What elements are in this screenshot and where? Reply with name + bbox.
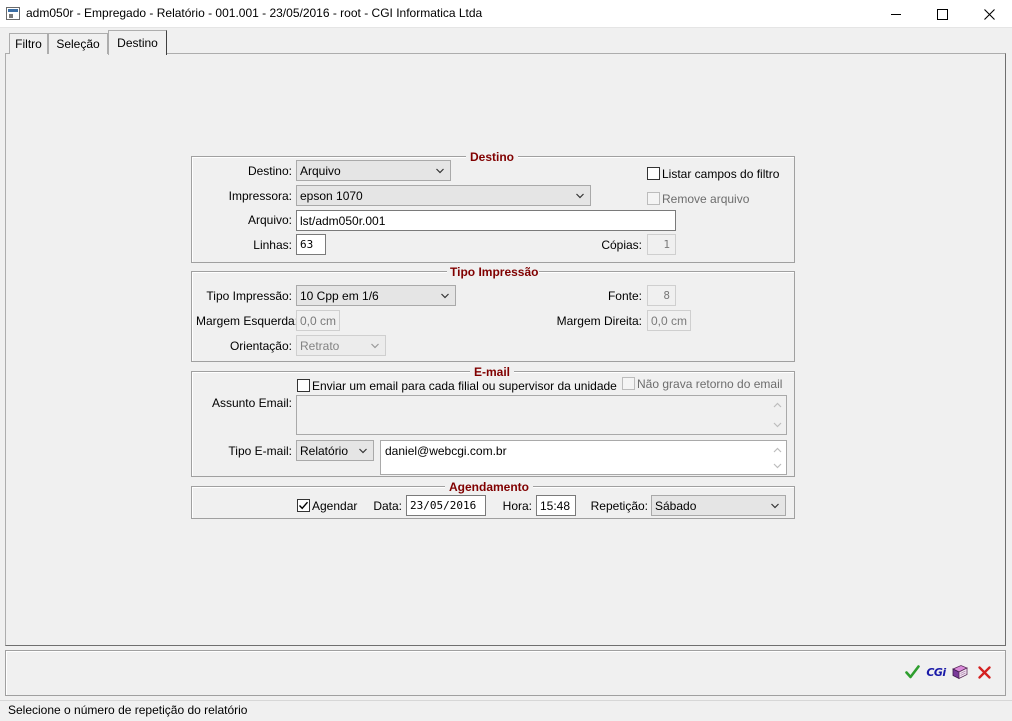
hora-label: Hora: [502, 499, 532, 513]
hora-input[interactable]: 15:48 [536, 495, 576, 516]
orientacao-label: Orientação: [229, 339, 292, 353]
data-label: Data: [373, 499, 402, 513]
close-x-icon [977, 665, 991, 679]
impressora-select[interactable]: epson 1070 [296, 185, 591, 206]
enviar-email-checkbox[interactable] [297, 379, 310, 392]
destino-group-title: Destino [466, 150, 518, 164]
listar-campos-label: Listar campos do filtro [662, 167, 780, 181]
book-icon [952, 665, 968, 680]
tipo-email-select[interactable]: Relatório [296, 440, 374, 461]
margem-esquerda-input[interactable]: 0,0 cm [296, 310, 340, 331]
tab-label: Destino [117, 36, 158, 50]
margem-direita-label: Margem Direita: [556, 314, 642, 328]
cancel-button[interactable] [975, 662, 993, 682]
tipo-impressao-label: Tipo Impressão: [206, 289, 292, 303]
chevron-down-icon [359, 448, 367, 454]
margem-esquerda-label: Margem Esquerda: [196, 314, 299, 328]
chevron-down-icon [441, 293, 449, 299]
status-text: Selecione o número de repetição do relat… [8, 703, 248, 717]
copias-input[interactable]: 1 [647, 234, 676, 255]
close-window-button[interactable] [966, 0, 1012, 28]
nao-grava-label: Não grava retorno do email [637, 377, 783, 391]
cgi-button[interactable]: CGi [925, 662, 947, 682]
tipo-email-select-value: Relatório [300, 443, 349, 458]
linhas-label: Linhas: [253, 238, 292, 252]
checkmark-icon [904, 665, 920, 679]
assunto-email-label: Assunto Email: [211, 396, 292, 410]
destinatario-email-value: daniel@webcgi.com.br [385, 444, 507, 458]
enviar-email-label: Enviar um email para cada filial ou supe… [312, 379, 617, 393]
repeticao-label: Repetição: [590, 499, 648, 513]
impressora-label: Impressora: [228, 189, 292, 203]
destinatario-email-textarea[interactable]: daniel@webcgi.com.br [380, 440, 787, 475]
arquivo-label: Arquivo: [247, 213, 292, 227]
destino-select[interactable]: Arquivo [296, 160, 451, 181]
fonte-input[interactable]: 8 [647, 285, 676, 306]
data-input[interactable]: 23/05/2016 [406, 495, 486, 516]
cgi-logo-text: CGi [926, 665, 946, 679]
linhas-input[interactable]: 63 [296, 234, 326, 255]
close-icon [983, 8, 995, 20]
chevron-down-icon [371, 343, 379, 349]
tab-filtro[interactable]: Filtro [9, 33, 48, 54]
margem-direita-input[interactable]: 0,0 cm [647, 310, 691, 331]
arquivo-input[interactable]: lst/adm050r.001 [296, 210, 676, 231]
agendar-label: Agendar [312, 499, 358, 513]
assunto-email-textarea[interactable] [296, 395, 787, 435]
fonte-label: Fonte: [607, 289, 642, 303]
chevron-down-icon [436, 168, 444, 174]
agendar-checkbox[interactable] [297, 499, 310, 512]
destino-select-value: Arquivo [300, 163, 341, 178]
tipo-impressao-group-title: Tipo Impressão [447, 265, 539, 279]
chevron-down-icon [771, 503, 779, 509]
app-icon[interactable] [6, 7, 20, 20]
tipo-impressao-select[interactable]: 10 Cpp em 1/6 [296, 285, 456, 306]
confirm-button[interactable] [903, 662, 921, 682]
tab-label: Filtro [15, 37, 42, 51]
listar-campos-checkbox[interactable] [647, 167, 660, 180]
email-group-title: E-mail [470, 365, 514, 379]
scroll-down-icon[interactable] [772, 462, 783, 470]
repeticao-select[interactable]: Sábado [651, 495, 786, 516]
minimize-button[interactable] [873, 0, 919, 28]
window-title: adm050r - Empregado - Relatório - 001.00… [26, 6, 483, 20]
orientacao-select[interactable]: Retrato [296, 335, 386, 356]
tipo-impressao-select-value: 10 Cpp em 1/6 [300, 288, 379, 303]
tab-selecao[interactable]: Seleção [48, 33, 108, 54]
orientacao-select-value: Retrato [300, 338, 340, 353]
bottom-toolbar-panel [5, 650, 1006, 696]
scroll-up-icon[interactable] [772, 401, 783, 409]
scroll-up-icon[interactable] [772, 446, 783, 454]
checkmark-icon [298, 501, 309, 510]
tab-destino[interactable]: Destino [108, 30, 167, 55]
repeticao-select-value: Sábado [655, 498, 697, 513]
remove-arquivo-checkbox[interactable] [647, 192, 660, 205]
impressora-select-value: epson 1070 [300, 188, 363, 203]
tipo-email-label: Tipo E-mail: [228, 444, 292, 458]
tab-label: Seleção [56, 37, 100, 51]
remove-arquivo-label: Remove arquivo [662, 192, 750, 206]
book-button[interactable] [950, 662, 970, 682]
scroll-down-icon[interactable] [772, 421, 783, 429]
agendamento-group-title: Agendamento [445, 480, 533, 494]
destino-label: Destino: [247, 164, 292, 178]
maximize-button[interactable] [919, 0, 965, 28]
chevron-down-icon [576, 193, 584, 199]
nao-grava-checkbox[interactable] [622, 377, 635, 390]
copias-label: Cópias: [601, 238, 642, 252]
